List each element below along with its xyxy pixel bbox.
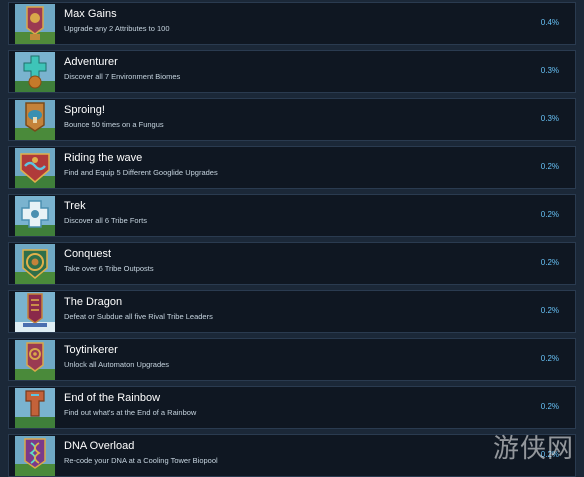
achievement-row[interactable]: Sproing! Bounce 50 times on a Fungus 0.3… [8,98,576,141]
achievement-description: Find out what's at the End of a Rainbow [64,408,197,417]
achievement-row[interactable]: Riding the wave Find and Equip 5 Differe… [8,146,576,189]
achievement-description: Re-code your DNA at a Cooling Tower Biop… [64,456,218,465]
unlock-percentage: 0.2% [540,402,559,411]
achievement-title: Sproing! [64,104,105,116]
achievement-description: Defeat or Subdue all five Rival Tribe Le… [64,312,213,321]
achievement-title: Max Gains [64,8,117,20]
dragon-banner-icon [15,292,55,332]
achievement-description: Upgrade any 2 Attributes to 100 [64,24,170,33]
unlock-percentage: 0.4% [540,18,559,27]
achievement-title: End of the Rainbow [64,392,161,404]
achievement-row[interactable]: Conquest Take over 6 Tribe Outposts 0.2% [8,242,576,285]
achievement-row[interactable]: DNA Overload Re-code your DNA at a Cooli… [8,434,576,477]
wreath-shield-icon [15,244,55,284]
wave-shield-icon [15,148,55,188]
achievement-description: Bounce 50 times on a Fungus [64,120,164,129]
cross-medal-icon [15,52,55,92]
achievement-title: The Dragon [64,296,123,308]
achievement-row[interactable]: The Dragon Defeat or Subdue all five Riv… [8,290,576,333]
achievement-title: Conquest [64,248,112,260]
achievement-description: Discover all 7 Environment Biomes [64,72,181,81]
unlock-percentage: 0.3% [540,114,559,123]
gear-banner-icon [15,340,55,380]
unlock-percentage: 0.2% [540,210,559,219]
achievement-description: Unlock all Automaton Upgrades [64,360,170,369]
achievement-row[interactable]: Toytinkerer Unlock all Automaton Upgrade… [8,338,576,381]
site-watermark: 游侠网 [492,434,574,464]
unlock-percentage: 0.2% [540,354,559,363]
achievement-description: Take over 6 Tribe Outposts [64,264,154,273]
achievements-list: Max Gains Upgrade any 2 Attributes to 10… [0,0,584,477]
achievement-title: DNA Overload [64,440,135,452]
unlock-percentage: 0.2% [540,306,559,315]
achievement-description: Discover all 6 Tribe Forts [64,216,147,225]
achievement-row[interactable]: Trek Discover all 6 Tribe Forts 0.2% [8,194,576,237]
achievement-row[interactable]: Adventurer Discover all 7 Environment Bi… [8,50,576,93]
unlock-percentage: 0.3% [540,66,559,75]
achievement-row[interactable]: Max Gains Upgrade any 2 Attributes to 10… [8,2,576,45]
banner-emblem-icon [15,4,55,44]
mushroom-banner-icon [15,100,55,140]
achievement-title: Riding the wave [64,152,143,164]
fort-badge-icon [15,196,55,236]
achievement-title: Adventurer [64,56,118,68]
unlock-percentage: 0.2% [540,258,559,267]
achievement-title: Toytinkerer [64,344,118,356]
achievement-description: Find and Equip 5 Different Googlide Upgr… [64,168,218,177]
dna-banner-icon [15,436,55,476]
unlock-percentage: 0.2% [540,162,559,171]
rainbow-banner-icon [15,388,55,428]
achievement-title: Trek [64,200,86,212]
achievement-row[interactable]: End of the Rainbow Find out what's at th… [8,386,576,429]
